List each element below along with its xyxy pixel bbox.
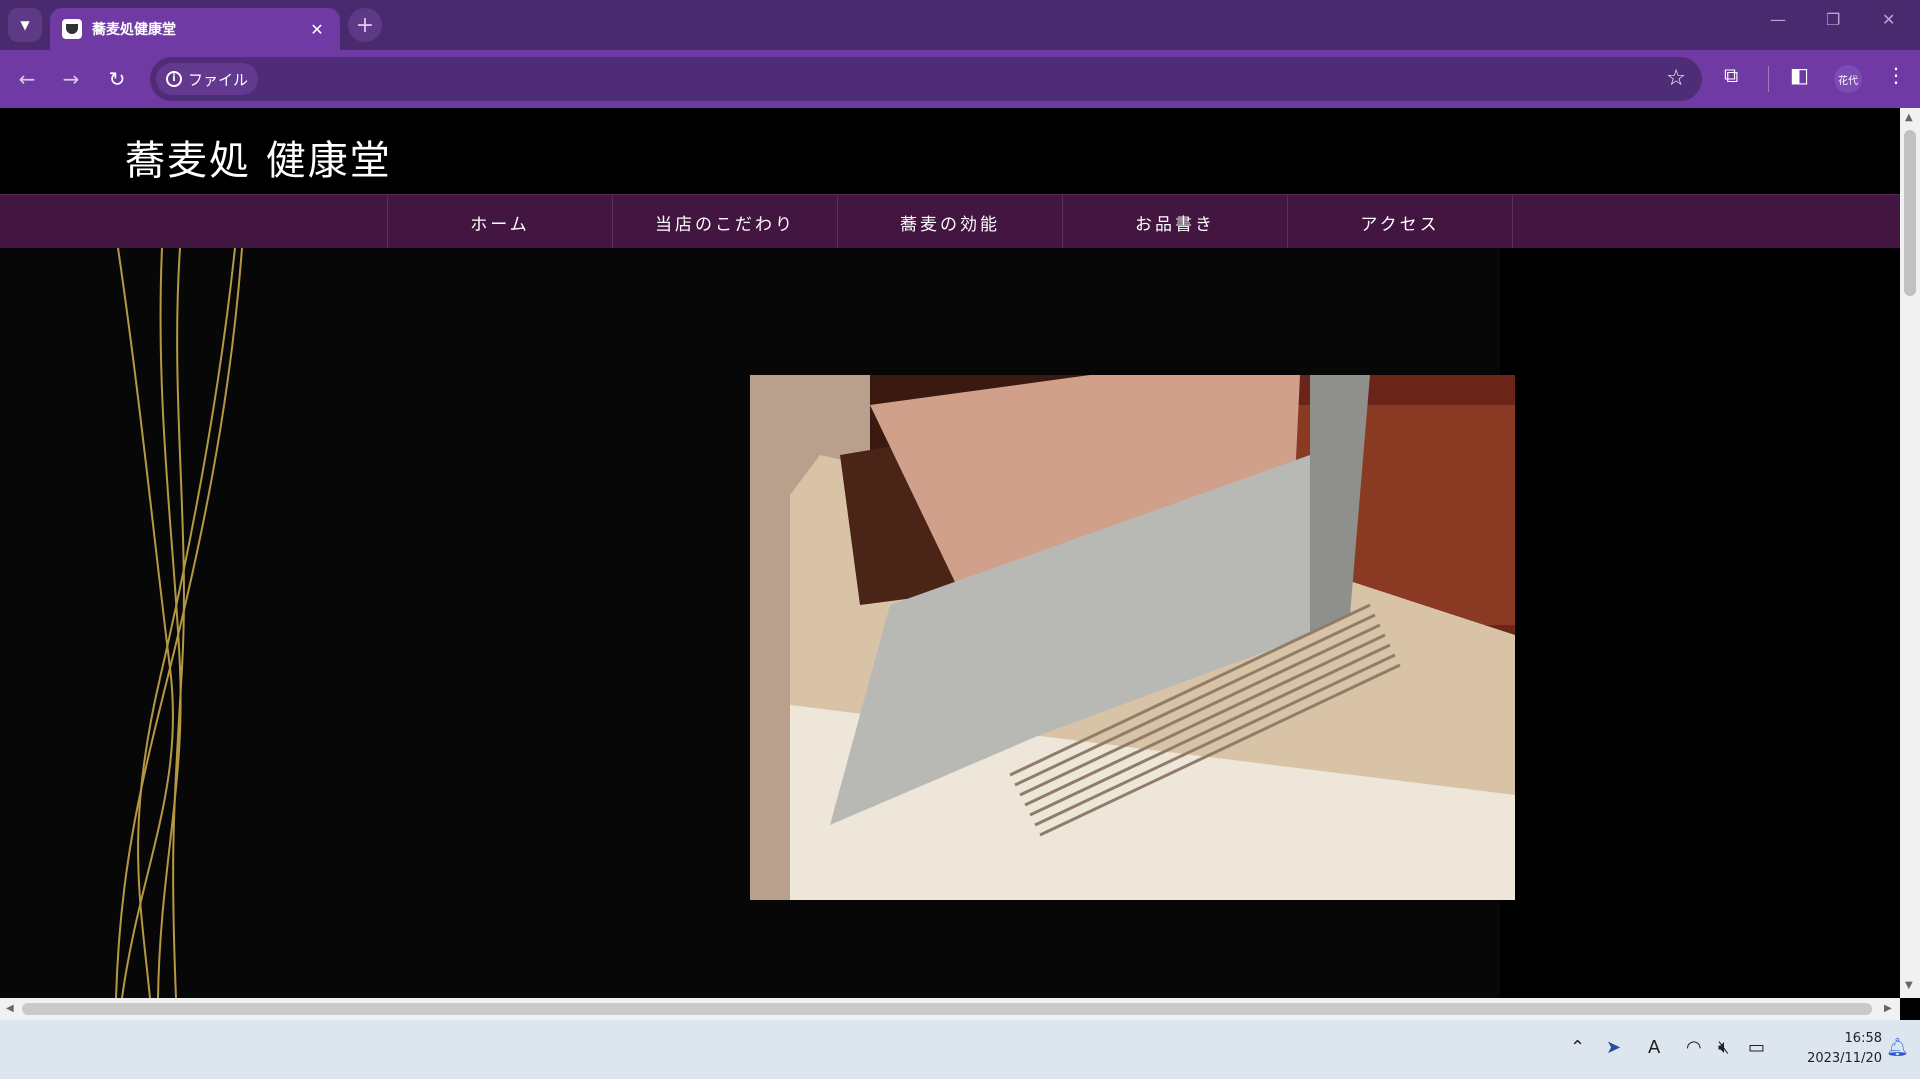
browser-toolbar: ← → ↻ i ファイル ☆ ⧉ ◧ 花代 ⋮: [0, 50, 1920, 108]
kebab-icon[interactable]: ⋮: [1886, 63, 1906, 87]
scroll-down-icon[interactable]: ▼: [1905, 980, 1913, 991]
location-arrow-icon[interactable]: ➤: [1606, 1037, 1621, 1058]
minimize-icon[interactable]: —: [1770, 10, 1786, 29]
clock-time: 16:58: [1844, 1031, 1882, 1046]
nav-divider: [1512, 195, 1513, 249]
browser-tab[interactable]: 蕎麦処健康堂 ✕: [50, 8, 340, 50]
site-info-label: ファイル: [188, 70, 249, 89]
speaker-muted-icon[interactable]: 🔇︎: [1718, 1037, 1729, 1058]
scroll-left-icon[interactable]: ◀: [6, 1003, 14, 1014]
forward-button[interactable]: →: [56, 64, 86, 94]
close-icon[interactable]: ✕: [306, 20, 328, 39]
site-header: 蕎麦処 健康堂: [0, 108, 1900, 194]
address-bar[interactable]: i ファイル ☆: [150, 57, 1702, 101]
arrow-right-icon: →: [62, 67, 80, 91]
nav-home[interactable]: ホーム: [387, 195, 612, 249]
back-button[interactable]: ←: [12, 64, 42, 94]
restore-icon[interactable]: ❐: [1826, 10, 1840, 29]
plus-icon: +: [355, 12, 375, 38]
soba-cutting-image: [750, 375, 1515, 900]
horizontal-scroll-thumb[interactable]: [22, 1003, 1872, 1015]
scroll-right-icon[interactable]: ▶: [1884, 1003, 1892, 1014]
gold-strings-decoration: [115, 248, 243, 998]
nav-benefits[interactable]: 蕎麦の効能: [837, 195, 1062, 249]
scroll-up-icon[interactable]: ▲: [1905, 112, 1913, 123]
site-nav: ホーム 当店のこだわり 蕎麦の効能 お品書き アクセス: [0, 194, 1900, 249]
wifi-icon[interactable]: ◠: [1686, 1037, 1702, 1058]
horizontal-scrollbar[interactable]: ◀ ▶: [0, 998, 1900, 1020]
page-viewport: 蕎麦処 健康堂 ホーム 当店のこだわり 蕎麦の効能 お品書き アクセス: [0, 108, 1900, 998]
ime-icon[interactable]: A: [1648, 1037, 1660, 1058]
soba-bowl-icon: [62, 19, 82, 39]
arrow-left-icon: ←: [18, 67, 36, 91]
chevron-up-icon[interactable]: ⌃: [1570, 1037, 1585, 1058]
puzzle-icon[interactable]: ⧉: [1724, 63, 1738, 87]
battery-icon[interactable]: ▭: [1748, 1037, 1765, 1058]
site-title: 蕎麦処 健康堂: [125, 138, 392, 184]
browser-tabbar: ▼ 蕎麦処健康堂 ✕ + — ❐ ✕: [0, 0, 1920, 50]
side-panel-icon[interactable]: ◧: [1790, 63, 1809, 87]
vertical-scroll-thumb[interactable]: [1904, 130, 1916, 296]
vertical-scrollbar[interactable]: ▲ ▼: [1900, 108, 1920, 998]
chevron-down-icon: ▼: [20, 18, 30, 32]
tab-title: 蕎麦処健康堂: [92, 22, 176, 38]
star-icon[interactable]: ☆: [1666, 66, 1686, 91]
taskbar: ⌃ ➤ A ◠ 🔇︎ ▭ 16:58 2023/11/20 🔔︎: [0, 1020, 1920, 1079]
reload-icon: ↻: [108, 67, 126, 91]
clock-date: 2023/11/20: [1807, 1051, 1882, 1066]
nav-menu[interactable]: お品書き: [1062, 195, 1287, 249]
new-tab-button[interactable]: +: [348, 8, 382, 42]
reload-button[interactable]: ↻: [102, 64, 132, 94]
nav-commitment[interactable]: 当店のこだわり: [612, 195, 837, 249]
info-icon: i: [166, 71, 182, 87]
site-info-chip[interactable]: i ファイル: [156, 63, 259, 95]
close-window-icon[interactable]: ✕: [1882, 10, 1895, 29]
tab-search-button[interactable]: ▼: [8, 8, 42, 42]
nav-access[interactable]: アクセス: [1287, 195, 1512, 249]
clock[interactable]: 16:58 2023/11/20: [1782, 1029, 1882, 1069]
toolbar-divider: [1768, 66, 1769, 92]
notification-bell-icon[interactable]: 🔔︎: [1886, 1037, 1909, 1058]
profile-label: 花代: [1838, 75, 1858, 87]
content-right-margin: [1500, 248, 1900, 998]
avatar[interactable]: 花代: [1834, 65, 1862, 93]
